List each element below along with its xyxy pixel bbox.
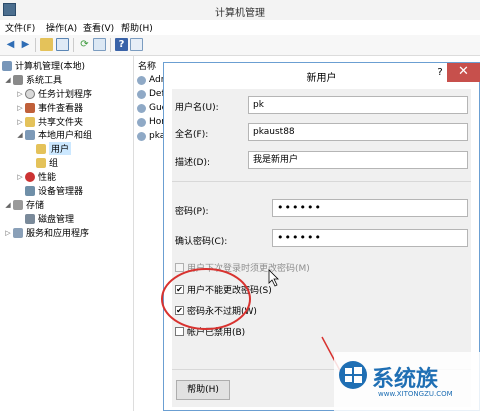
mouse-cursor-icon [268,269,279,287]
highlight-circle [161,268,251,330]
watermark: 系统族 www.XITONGZU.COM [334,352,480,411]
windows-logo-icon [339,361,367,389]
annotation-overlay [161,268,346,381]
watermark-text: 系统族 [372,367,439,392]
watermark-url: www.XITONGZU.COM [378,390,453,398]
